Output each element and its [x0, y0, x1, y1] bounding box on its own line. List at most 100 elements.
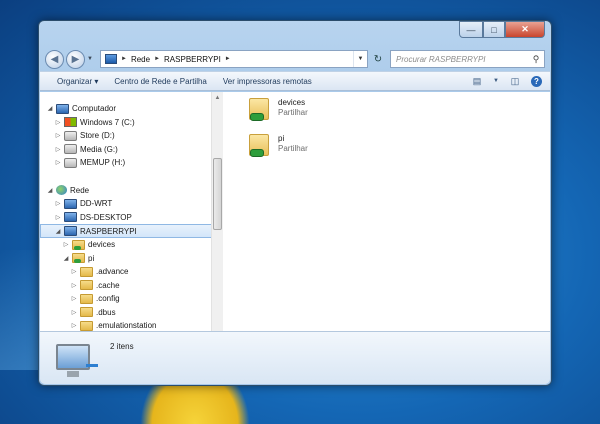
- scroll-thumb[interactable]: [213, 158, 222, 230]
- tree-item-folder[interactable]: ▷ .dbus: [40, 306, 223, 320]
- expand-arrow-icon[interactable]: ▷: [54, 214, 62, 221]
- remote-printers-link[interactable]: Ver impressoras remotas: [223, 77, 312, 86]
- tree-label: .advance: [96, 267, 129, 277]
- scroll-up-icon[interactable]: ▲: [212, 92, 223, 104]
- refresh-button[interactable]: ↻: [368, 50, 388, 68]
- network-icon: [56, 185, 67, 196]
- tree-item-host[interactable]: ▷ DS-DESKTOP: [40, 211, 223, 225]
- breadcrumb-separator: ►: [121, 56, 127, 62]
- content-area: ◢ Computador ▷ Windows 7 (C:) ▷ Store (D…: [40, 92, 550, 350]
- file-item-pi[interactable]: pi Partilhar: [249, 134, 308, 157]
- tree-item-drive[interactable]: ▷ Store (D:): [40, 129, 223, 143]
- network-computer-icon: [64, 198, 77, 209]
- collapse-arrow-icon[interactable]: ◢: [62, 255, 70, 262]
- navigation-row: ◀ ▶ ▼ ► Rede ► RASPBERRYPI ► ▼ ↻ Procura…: [45, 48, 545, 70]
- computer-stand: [67, 371, 79, 377]
- back-button[interactable]: ◀: [45, 49, 64, 69]
- recent-pages-dropdown[interactable]: ▼: [87, 56, 95, 62]
- expand-arrow-icon[interactable]: ▷: [70, 295, 78, 302]
- folder-icon: [80, 307, 93, 318]
- collapse-arrow-icon[interactable]: ◢: [46, 187, 54, 194]
- file-name: pi: [278, 134, 285, 143]
- tree-item-drive[interactable]: ▷ MEMUP (H:): [40, 156, 223, 170]
- expand-arrow-icon[interactable]: ▷: [70, 268, 78, 275]
- folder-icon: [80, 266, 93, 277]
- tree-label: pi: [88, 253, 95, 263]
- toolbar-right-icons: ▤ ▼ ◫ ?: [471, 75, 550, 87]
- file-name: devices: [278, 98, 306, 107]
- close-button[interactable]: ✕: [505, 21, 545, 38]
- tree-item-share[interactable]: ▷ devices: [40, 238, 223, 252]
- expand-arrow-icon[interactable]: ▷: [54, 159, 62, 166]
- minimize-button[interactable]: —: [459, 21, 483, 38]
- tree-label: Rede: [70, 185, 90, 195]
- expand-arrow-icon[interactable]: ▷: [54, 146, 62, 153]
- network-computer-icon: [105, 54, 117, 64]
- network-cable: [86, 364, 98, 367]
- item-count: 2 itens: [110, 342, 134, 351]
- breadcrumb-separator: ►: [224, 56, 231, 62]
- caption-buttons: — □ ✕: [459, 21, 545, 38]
- maximize-button[interactable]: □: [483, 21, 505, 38]
- tree-label: DD-WRT: [80, 199, 113, 209]
- tree-item-folder[interactable]: ▷ .config: [40, 292, 223, 306]
- tree-item-host-selected[interactable]: ◢ RASPBERRYPI: [40, 224, 223, 238]
- expand-arrow-icon[interactable]: ▷: [70, 322, 78, 329]
- collapse-arrow-icon[interactable]: ◢: [54, 228, 62, 235]
- navigation-pane: ◢ Computador ▷ Windows 7 (C:) ▷ Store (D…: [40, 92, 223, 350]
- details-pane: 2 itens: [40, 331, 550, 384]
- breadcrumb-raspberrypi[interactable]: RASPBERRYPI: [164, 55, 221, 64]
- tree-item-share[interactable]: ◢ pi: [40, 252, 223, 266]
- forward-arrow-icon: ▶: [71, 53, 80, 65]
- computer-large-icon: [56, 344, 90, 370]
- network-computer-icon: [64, 212, 77, 223]
- tree-item-folder[interactable]: ▷ .cache: [40, 279, 223, 293]
- organize-menu[interactable]: Organizar ▾: [57, 77, 98, 86]
- expand-arrow-icon[interactable]: ▷: [70, 309, 78, 316]
- tree-item-host[interactable]: ▷ DD-WRT: [40, 197, 223, 211]
- folder-icon: [80, 280, 93, 291]
- file-item-devices[interactable]: devices Partilhar: [249, 98, 308, 121]
- folder-tree: ◢ Computador ▷ Windows 7 (C:) ▷ Store (D…: [40, 92, 223, 333]
- forward-button[interactable]: ▶: [66, 49, 85, 69]
- tree-label: .cache: [96, 280, 120, 290]
- search-input[interactable]: Procurar RASPBERRYPI ⚲: [390, 50, 545, 68]
- breadcrumb-rede[interactable]: Rede: [131, 55, 150, 64]
- search-icon[interactable]: ⚲: [528, 54, 544, 65]
- help-icon[interactable]: ?: [531, 75, 542, 87]
- expand-arrow-icon[interactable]: ▷: [54, 132, 62, 139]
- view-options-icon[interactable]: ▤: [471, 76, 483, 87]
- network-computer-icon: [64, 226, 77, 236]
- file-type: Partilhar: [278, 144, 308, 153]
- shared-folder-icon: [249, 134, 269, 157]
- expand-arrow-icon[interactable]: ▷: [62, 241, 70, 248]
- tree-item-drive[interactable]: ▷ Windows 7 (C:): [40, 116, 223, 130]
- computer-icon: [56, 103, 69, 114]
- view-dropdown-icon[interactable]: ▼: [493, 76, 499, 87]
- tree-label: Windows 7 (C:): [80, 117, 135, 127]
- network-center-link[interactable]: Centro de Rede e Partilha: [114, 77, 207, 86]
- tree-label: Media (G:): [80, 144, 118, 154]
- collapse-arrow-icon[interactable]: ◢: [46, 105, 54, 112]
- explorer-window: — □ ✕ ◀ ▶ ▼ ► Rede ► RASPBERRYPI ► ▼ ↻ P…: [38, 20, 552, 386]
- address-bar[interactable]: ► Rede ► RASPBERRYPI ► ▼: [100, 50, 368, 68]
- tree-label: Store (D:): [80, 131, 115, 141]
- tree-gap: [40, 170, 223, 184]
- windows-drive-icon: [64, 117, 77, 128]
- tree-label: .dbus: [96, 307, 116, 317]
- tree-item-folder[interactable]: ▷ .advance: [40, 265, 223, 279]
- shared-folder-icon: [72, 253, 85, 264]
- preview-pane-icon[interactable]: ◫: [509, 76, 521, 87]
- tree-item-network[interactable]: ◢ Rede: [40, 184, 223, 198]
- expand-arrow-icon[interactable]: ▷: [54, 119, 62, 126]
- address-dropdown-icon[interactable]: ▼: [353, 51, 367, 67]
- refresh-icon: ↻: [373, 53, 383, 65]
- tree-label: DS-DESKTOP: [80, 212, 132, 222]
- command-bar: Organizar ▾ Centro de Rede e Partilha Ve…: [40, 71, 550, 91]
- tree-item-computer[interactable]: ◢ Computador: [40, 102, 223, 116]
- tree-item-drive[interactable]: ▷ Media (G:): [40, 143, 223, 157]
- expand-arrow-icon[interactable]: ▷: [70, 282, 78, 289]
- nav-pane-scrollbar[interactable]: ▲ ▼: [211, 92, 223, 350]
- folder-icon: [80, 320, 93, 331]
- expand-arrow-icon[interactable]: ▷: [54, 200, 62, 207]
